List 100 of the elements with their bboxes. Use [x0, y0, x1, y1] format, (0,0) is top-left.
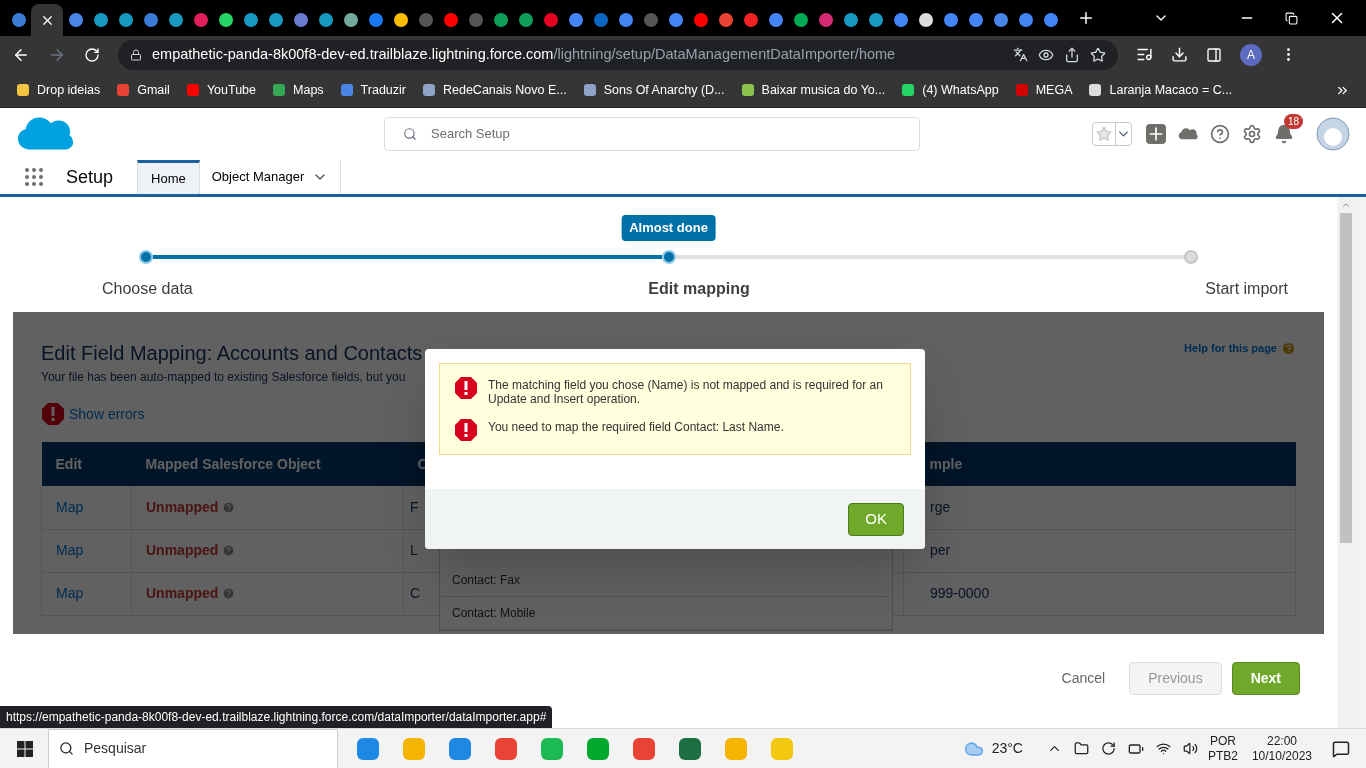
error-icon	[454, 418, 478, 442]
search-input[interactable]: Search Setup	[431, 124, 831, 144]
bookmark[interactable]: Drop ideias	[16, 80, 101, 100]
translate-icon[interactable]	[1013, 47, 1028, 62]
favicon-icon	[392, 12, 409, 28]
windows-icon[interactable]	[17, 740, 33, 757]
cancel-link[interactable]: Cancel	[1061, 667, 1106, 689]
bookmark[interactable]: YouTube	[185, 80, 256, 100]
favicon-icon	[1088, 83, 1103, 97]
favicon-icon	[817, 12, 834, 28]
favicon-icon	[767, 12, 784, 28]
wifi-icon[interactable]	[1155, 741, 1171, 756]
help-icon	[222, 500, 236, 514]
favicon-icon	[116, 83, 131, 97]
taskbar-search-input[interactable]: Pesquisar	[84, 738, 284, 759]
favicon-icon	[742, 12, 759, 28]
favicon-icon	[317, 12, 334, 28]
app-name: Setup	[66, 165, 114, 189]
bookmark[interactable]: Laranja Macaco = C...	[1088, 80, 1233, 100]
bookmark[interactable]: (4) WhatsApp	[901, 80, 999, 100]
bookmark[interactable]: Sons Of Anarchy (D...	[582, 80, 725, 100]
favicon-icon	[967, 12, 984, 28]
search-field[interactable]: Search Setup	[384, 117, 920, 151]
browser-tab[interactable]	[31, 4, 63, 36]
scrollbar-thumb[interactable]	[1340, 213, 1352, 543]
notifications-icon[interactable]	[1332, 739, 1350, 758]
share-icon[interactable]	[1064, 46, 1080, 63]
profile-avatar[interactable]: A	[1240, 43, 1262, 66]
notification-badge: 18	[1284, 114, 1304, 129]
url-path: /lightning/setup/DataManagementDataImporter/home	[553, 44, 896, 64]
favicon-icon	[901, 83, 916, 97]
status-url: https://empathetic-panda-8k00f8-dev-ed.trailblaze.lightning.force.com/dataImporter/dataImporter.app#	[0, 706, 553, 728]
bookmark[interactable]: Baixar musica do Yo...	[740, 80, 886, 100]
bookmark[interactable]: MEGA	[1014, 80, 1073, 100]
clock[interactable]: 22:00 10/10/2023	[1251, 733, 1312, 764]
favicon-icon	[592, 12, 609, 28]
search-icon	[59, 741, 74, 756]
cloud-logo	[1178, 126, 1198, 142]
favicon-icon	[242, 12, 259, 28]
lock-icon	[130, 48, 142, 61]
bookmark[interactable]: Traduzir	[339, 80, 406, 100]
url-host: empathetic-panda-8k00f8-dev-ed.trailblaze.lightning.force.com	[152, 44, 554, 64]
address-bar[interactable]: empathetic-panda-8k00f8-dev-ed.trailblaze.lightning.force.com/lightning/setup/DataManagementDataImporter/home	[118, 39, 1118, 70]
favicon-icon	[142, 12, 159, 28]
favicon-icon	[1042, 12, 1059, 28]
favicon-icon	[67, 12, 84, 28]
settings-icon[interactable]	[1242, 124, 1262, 144]
reload-icon[interactable]	[84, 46, 100, 63]
bookmark-star-icon[interactable]	[1090, 46, 1106, 63]
help-icon[interactable]	[1210, 124, 1230, 144]
new-tab-icon[interactable]	[1077, 9, 1095, 27]
favicon-icon	[692, 12, 709, 28]
favicon-icon	[542, 12, 559, 28]
add-icon[interactable]	[1146, 124, 1166, 144]
favicon-icon	[192, 12, 209, 28]
app-icon[interactable]	[494, 736, 518, 761]
avatar-icon[interactable]	[1316, 117, 1350, 151]
error-message: The matching field you chose (Name) is not mapped and is required for an Update and Insert operation.	[488, 377, 884, 406]
help-icon	[222, 587, 236, 600]
favicon-icon	[492, 12, 509, 28]
caret-icon	[1115, 123, 1131, 145]
bookmark[interactable]: Gmail	[116, 80, 170, 100]
app-icon[interactable]	[586, 736, 610, 761]
favicon-icon	[92, 12, 109, 28]
app-icon[interactable]	[448, 736, 472, 761]
favicon-icon	[717, 12, 734, 28]
favicon-icon	[292, 12, 309, 28]
restore-icon[interactable]	[1285, 11, 1298, 25]
table-cell: 999-0000	[903, 572, 1296, 615]
side-panel-icon[interactable]	[1206, 46, 1222, 63]
app-icon[interactable]	[356, 736, 380, 761]
mapped-object: Unmapped	[146, 497, 219, 517]
favicon-icon	[582, 83, 597, 97]
favicon-icon	[272, 83, 286, 97]
favicon-icon	[842, 12, 859, 28]
input-language[interactable]: POR PTB2	[1207, 733, 1238, 764]
column-header: mple	[903, 442, 1296, 486]
app-launcher-icon[interactable]	[22, 165, 46, 189]
favicon-icon	[442, 12, 459, 28]
bookmark[interactable]: Maps	[272, 80, 324, 100]
nav-tab[interactable]: Object Manager	[199, 160, 342, 194]
volume-icon[interactable]	[1182, 741, 1198, 756]
download-icon[interactable]	[1171, 46, 1188, 63]
sync-icon[interactable]	[1100, 741, 1116, 756]
temperature: 23°C	[991, 739, 1023, 758]
app-icon[interactable]	[632, 736, 656, 761]
taskbar-search[interactable]: Pesquisar	[48, 728, 338, 768]
app-icon[interactable]	[678, 736, 702, 761]
bookmark[interactable]: RedeCanais Novo E...	[422, 80, 567, 100]
media-icon[interactable]	[1136, 46, 1153, 63]
favicon-icon	[867, 12, 884, 28]
favicon-icon	[217, 12, 234, 28]
favicon-icon	[422, 83, 436, 97]
step-tooltip: Almost done	[621, 215, 716, 241]
nav-tab[interactable]: Home	[137, 160, 200, 194]
favicon-icon	[1014, 83, 1029, 97]
favicon-icon	[1017, 12, 1034, 28]
favicon-icon	[892, 12, 909, 28]
mapped-object: Unmapped	[146, 584, 219, 603]
favicon-icon	[117, 12, 134, 28]
